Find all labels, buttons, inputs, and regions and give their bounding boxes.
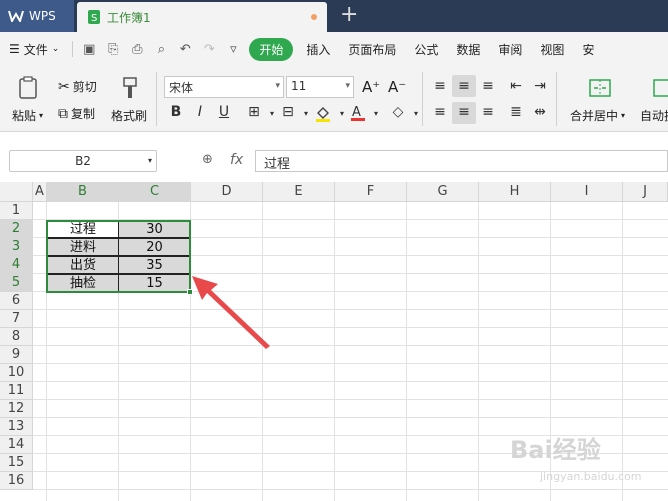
annotation-arrow <box>192 276 270 349</box>
watermark-logo: Bai经验 <box>510 436 601 464</box>
watermark-url: jingyan.baidu.com <box>540 470 642 483</box>
arrow-shape <box>192 276 270 349</box>
